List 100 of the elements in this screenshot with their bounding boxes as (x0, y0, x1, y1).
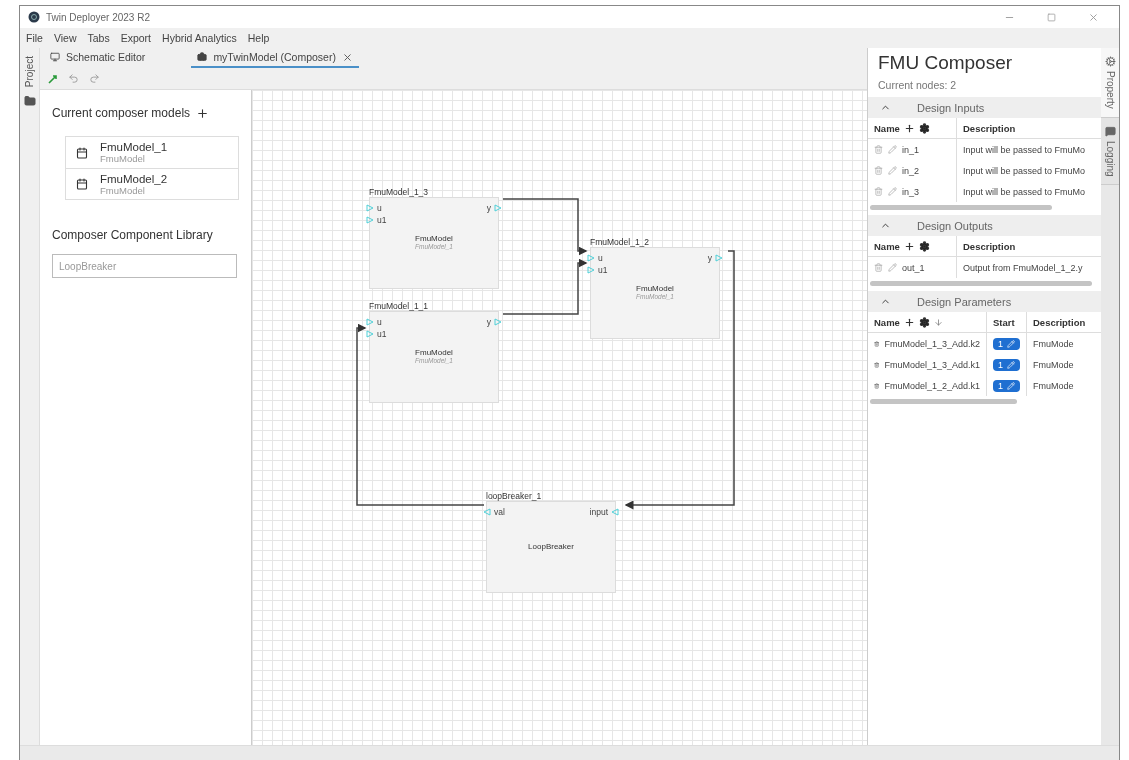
port-label: y (707, 253, 712, 263)
delete-icon[interactable] (874, 263, 883, 272)
menu-item[interactable]: Help (247, 32, 270, 44)
app-logo-icon (28, 11, 40, 23)
undo-icon[interactable] (68, 73, 79, 84)
port-label: u (377, 203, 382, 213)
edit-icon (1007, 339, 1015, 348)
edit-icon[interactable] (888, 187, 897, 196)
column-header: Start (993, 316, 1015, 328)
editor-tab[interactable]: Schematic Editor (44, 48, 152, 68)
start-value-button[interactable]: 1 (993, 337, 1020, 350)
triangle-port-icon[interactable] (494, 204, 502, 212)
table-cell: FmuMode (1033, 338, 1074, 349)
table-cell: in_1 (902, 144, 919, 155)
port-label: val (494, 507, 505, 517)
edit-icon[interactable] (888, 145, 897, 154)
briefcase-icon (197, 52, 208, 62)
section-title: Design Parameters (917, 295, 1012, 308)
table-cell: FmuModel_1_3_Add.k1 (884, 359, 980, 370)
table-cell: Input will be passed to FmuMo (963, 186, 1086, 197)
model-name: FmuModel_1 (100, 141, 168, 153)
menu-item[interactable]: Export (120, 32, 152, 44)
add-icon[interactable] (903, 122, 915, 134)
node-title: loopBreaker_1 (486, 491, 543, 502)
port-label: u1 (377, 215, 387, 225)
section-header[interactable]: Design Outputs (868, 215, 1101, 236)
table-cell: Output from FmuModel_1_2.y (963, 262, 1083, 273)
port-label: u1 (377, 329, 387, 339)
redo-icon[interactable] (89, 73, 100, 84)
model-item[interactable]: FmuModel_1 FmuModel (66, 137, 238, 168)
delete-icon[interactable] (874, 338, 880, 349)
close-tab-icon[interactable] (341, 51, 353, 63)
section-title: Composer Component Library (52, 228, 213, 242)
add-icon[interactable] (903, 316, 915, 328)
port-label: y (486, 317, 491, 327)
menu-item[interactable]: Tabs (87, 32, 110, 44)
node-type: LoopBreaker (527, 542, 575, 551)
maximize-icon[interactable] (1046, 12, 1056, 22)
start-value-button[interactable]: 1 (993, 358, 1020, 371)
connector-line[interactable] (502, 198, 588, 256)
node-title: FmuModel_1_3 (369, 187, 430, 198)
triangle-port-icon[interactable] (494, 318, 502, 326)
model-type: FmuModel (100, 153, 146, 164)
side-tab[interactable]: Property (1101, 48, 1119, 118)
table-cell: Input will be passed to FmuMo (963, 144, 1086, 155)
port-label: u (377, 317, 382, 327)
column-header: Description (963, 122, 1016, 134)
add-icon[interactable] (196, 106, 210, 120)
model-node[interactable]: val input LoopBreaker (486, 501, 616, 593)
scrollbar[interactable] (870, 281, 1092, 286)
node-title: FmuModel_1_2 (590, 237, 651, 248)
node-type: FmuModel (414, 234, 454, 243)
search-field[interactable]: LoopBreaker (52, 254, 237, 278)
menu-item[interactable]: Hybrid Analytics (162, 32, 237, 44)
port-label: u1 (598, 265, 608, 275)
connector-line[interactable] (502, 258, 588, 315)
edit-icon[interactable] (888, 166, 897, 175)
model-type: FmuModel (100, 184, 145, 196)
delete-icon[interactable] (874, 359, 880, 370)
menu-item[interactable]: File (26, 32, 43, 44)
table-cell: out_1 (902, 262, 925, 273)
folder-icon[interactable] (23, 95, 36, 108)
settings-icon[interactable] (918, 122, 930, 134)
side-tab[interactable]: Project (24, 56, 35, 88)
sort-icon[interactable] (933, 317, 943, 327)
table-cell: FmuMode (1033, 359, 1074, 370)
section-header[interactable]: Design Parameters (868, 291, 1101, 312)
node-type: FmuModel (414, 348, 454, 357)
delete-icon[interactable] (874, 187, 883, 196)
column-header: Name (874, 316, 900, 328)
add-icon[interactable] (903, 240, 915, 252)
delete-icon[interactable] (874, 380, 880, 391)
column-header: Name (874, 122, 900, 134)
scrollbar[interactable] (870, 399, 1017, 404)
edit-icon[interactable] (888, 263, 897, 272)
editor-tab[interactable]: myTwinModel (Composer) (191, 48, 359, 68)
triangle-port-icon[interactable] (483, 508, 491, 516)
settings-icon[interactable] (918, 240, 930, 252)
close-icon[interactable] (1087, 11, 1099, 23)
menu-item[interactable]: View (53, 32, 77, 44)
node-count: Current nodes: 2 (877, 78, 958, 93)
delete-icon[interactable] (874, 145, 883, 154)
connector-line[interactable] (624, 250, 735, 510)
section-title: Design Outputs (917, 219, 993, 232)
section-header[interactable]: Design Inputs (868, 97, 1101, 118)
triangle-port-icon[interactable] (715, 254, 723, 262)
column-header: Name (874, 240, 900, 252)
port-label: u (598, 253, 603, 263)
port-label: input (589, 507, 608, 517)
settings-icon[interactable] (918, 316, 930, 328)
start-value-button[interactable]: 1 (993, 379, 1020, 392)
delete-icon[interactable] (874, 166, 883, 175)
column-header: Description (963, 240, 1016, 252)
section-title: Design Inputs (917, 101, 985, 114)
side-tab[interactable]: Logging (1101, 117, 1119, 186)
model-item[interactable]: FmuModel_2 FmuModel (66, 168, 238, 199)
model-name: FmuModel_2 (100, 172, 168, 185)
connector-line[interactable] (356, 323, 485, 506)
triangle-port-icon[interactable] (611, 508, 619, 516)
scrollbar[interactable] (870, 205, 1052, 210)
